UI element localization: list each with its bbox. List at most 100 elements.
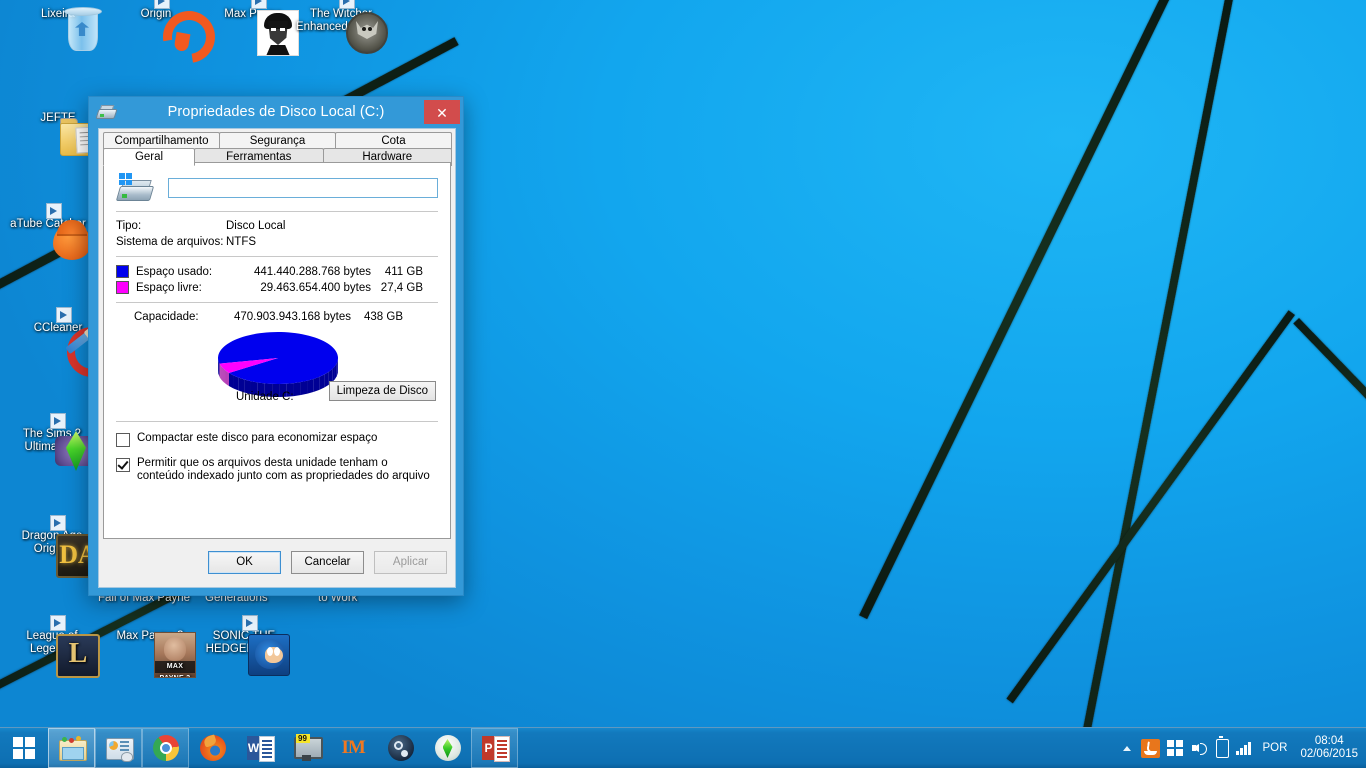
pie-slice-side [307,378,314,394]
im-app-icon: IM [341,737,366,758]
used-space-swatch [116,265,129,278]
tab-compartilhamento[interactable]: Compartilhamento [103,132,220,149]
wallpaper-beam [1006,310,1295,704]
pie-canvas [216,327,340,397]
mozilla-firefox-icon [198,733,228,763]
cancel-button[interactable]: Cancelar [291,550,364,574]
language-indicator[interactable]: POR [1261,742,1290,754]
powerpoint-icon: P [480,733,510,763]
info-row-type: Tipo: Disco Local [116,220,438,232]
taskbar-button-the-sims[interactable] [424,728,471,768]
volume-label-input[interactable] [168,178,438,198]
java-icon[interactable] [1140,738,1160,758]
network-signal-icon[interactable] [1235,740,1254,756]
taskbar-button-file-explorer[interactable] [48,728,95,768]
pie-slice-side [313,376,320,392]
pie-slice-side [228,372,234,389]
start-button[interactable] [0,728,48,768]
microsoft-word-icon: W [245,733,275,763]
used-space-gb: 411 GB [384,265,423,278]
clock[interactable]: 08:04 02/06/2015 [1296,735,1358,761]
type-value: Disco Local [226,220,286,232]
pie-slice-side [300,380,308,396]
general-tab-panel: Tipo: Disco Local Sistema de arquivos: N… [103,162,451,539]
desktop-icon-sonic-the-hedgehog[interactable]: SONIC THE HEDGEHOG... [198,615,290,676]
shortcut-arrow-icon [154,0,170,9]
wallpaper-beam [1039,0,1234,768]
shortcut-arrow-icon [56,307,72,323]
free-space-gb: 27,4 GB [380,281,423,294]
disk-properties-dialog[interactable]: Propriedades de Disco Local (C:) ✕ Compa… [88,96,464,596]
desktop[interactable]: Lixeira JEFTE aTube Catcher CCleaner The Sim… [0,0,1366,768]
taskbar-items[interactable]: W 99 IM P [48,728,518,768]
dialog-title-bar[interactable]: Propriedades de Disco Local (C:) ✕ [89,97,463,127]
dialog-title: Propriedades de Disco Local (C:) [167,104,385,120]
free-space-swatch [116,281,129,294]
desktop-icon-origin[interactable]: Origin [110,0,226,74]
taskbar-button-steam[interactable] [377,728,424,768]
compact-disk-label: Compactar este disco para economizar esp… [137,432,378,444]
pc-settings-icon [104,733,134,763]
index-files-checkbox[interactable] [116,458,130,472]
divider [116,302,438,303]
action-center-windows-icon[interactable] [1166,739,1184,757]
filesystem-label: Sistema de arquivos: [116,236,224,248]
shortcut-arrow-icon [251,0,267,9]
dialog-button-bar: OK Cancelar Aplicar [103,543,451,581]
volume-icon[interactable] [1191,740,1209,756]
hard-drive-icon [95,104,118,120]
info-row-filesystem: Sistema de arquivos: NTFS [116,236,438,248]
taskbar-button-monitor-utility[interactable]: 99 [283,728,330,768]
taskbar-button-microsoft-word[interactable]: W [236,728,283,768]
desktop-icon-max-payne-3[interactable]: MAX PAYNE 3Max Payne 3 [104,630,196,678]
index-files-option[interactable]: Permitir que os arquivos desta unidade t… [116,457,438,483]
tab-geral[interactable]: Geral [103,148,195,166]
desktop-icon-the-sims-2-ultimate[interactable]: The Sims 2 Ultimate ... [6,413,98,471]
system-tray[interactable]: POR 08:04 02/06/2015 [1120,728,1366,768]
taskbar-button-mozilla-firefox[interactable] [189,728,236,768]
show-hidden-icons-icon[interactable] [1120,741,1134,755]
shortcut-arrow-icon [50,413,66,429]
wallpaper-beam [1293,318,1366,554]
disk-usage-pie-chart: Unidade C: Limpeza de Disco [116,327,438,413]
free-space-row: Espaço livre: 29.463.654.400 bytes 27,4 … [116,281,438,294]
compact-disk-checkbox[interactable] [116,433,130,447]
divider [116,211,438,212]
tab-cota[interactable]: Cota [335,132,452,149]
taskbar[interactable]: W 99 IM P POR 08:04 02/06/2015 [0,727,1366,768]
desktop-icon-lixeira[interactable]: Lixeira [12,7,104,51]
dialog-body: Compartilhamento Segurança Cota Geral Ferra… [98,128,456,588]
capacity-row: Capacidade: 470.903.943.168 bytes 438 GB [116,311,438,323]
taskbar-button-google-chrome[interactable] [142,728,189,768]
tab-row-upper[interactable]: Compartilhamento Segurança Cota [103,132,452,149]
shortcut-arrow-icon [46,203,62,219]
the-sims-icon [433,733,463,763]
desktop-icon-dragon-age-origins[interactable]: DA Dragon Age Origins [6,515,100,578]
taskbar-button-im-app[interactable]: IM [330,728,377,768]
clock-time: 08:04 [1314,735,1344,747]
monitor-utility-icon: 99 [292,733,323,763]
desktop-icon-max-payne[interactable]: Max Payne [207,0,299,56]
close-icon[interactable]: ✕ [424,100,460,124]
used-space-label: Espaço usado: [136,265,213,278]
pie-slice-side [319,374,325,390]
hard-drive-icon [115,173,155,203]
taskbar-button-powerpoint[interactable]: P [471,728,518,768]
desktop-icon-atube-catcher[interactable]: aTube Catcher [2,203,94,260]
disk-cleanup-button[interactable]: Limpeza de Disco [328,381,436,401]
shortcut-arrow-icon [50,615,66,631]
index-files-label: Permitir que os arquivos desta unidade t… [137,457,430,482]
compact-disk-option[interactable]: Compactar este disco para economizar esp… [116,432,438,447]
pie-caption: Unidade C: [236,391,294,403]
desktop-icon-league-of-legends[interactable]: L League of Legends [6,615,100,678]
apply-button: Aplicar [374,550,447,574]
tab-seguran-a[interactable]: Segurança [219,132,336,149]
taskbar-button-pc-settings[interactable] [95,728,142,768]
capacity-gb: 438 GB [364,311,403,323]
battery-icon[interactable] [1215,736,1229,758]
filesystem-value: NTFS [226,236,257,248]
desktop-icon-the-witcher-enhanced-edition[interactable]: The Witcher Enhanced Edition [295,0,388,54]
tab-strip[interactable]: Compartilhamento Segurança Cota Geral Ferra… [103,132,452,166]
ok-button[interactable]: OK [208,550,281,574]
pie-slice-side [233,375,239,391]
